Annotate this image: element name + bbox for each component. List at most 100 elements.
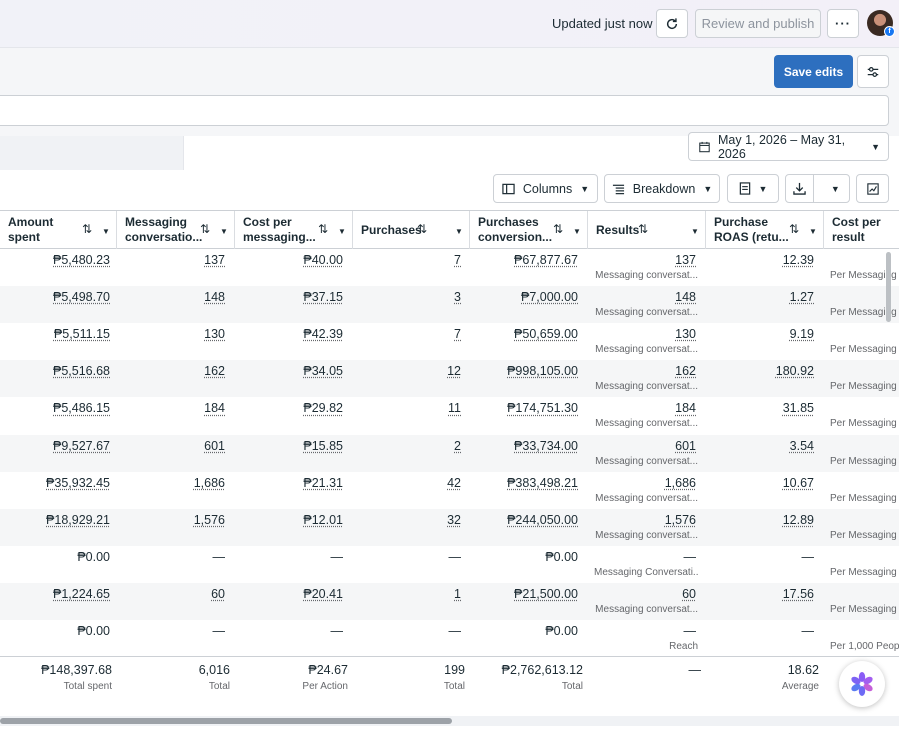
dropdown-icon[interactable]: ▼ <box>455 224 463 239</box>
cell-roas[interactable]: 9.19 <box>706 327 814 341</box>
vertical-scrollbar[interactable] <box>886 252 891 322</box>
cell-amount[interactable]: ₱5,480.23 <box>0 253 110 267</box>
column-header-purchase-roas[interactable]: Purchase ROAS (retu... ⇅ ▼ <box>706 211 824 249</box>
dropdown-icon[interactable]: ▼ <box>338 224 346 239</box>
cell-results[interactable]: 162 <box>588 364 696 378</box>
table-row[interactable]: ₱5,511.15 130 ₱42.39 7 ₱50,659.00 130 9.19 Mess… <box>0 323 899 360</box>
cell-purchases[interactable]: 7 <box>353 253 461 267</box>
table-row[interactable]: ₱0.00 — — — ₱0.00 — — Messaging Conversati... Pe… <box>0 546 899 583</box>
cell-roas[interactable]: 12.89 <box>706 513 814 527</box>
charts-button[interactable] <box>856 174 889 203</box>
cell-msg[interactable]: 137 <box>117 253 225 267</box>
cell-msg[interactable]: 130 <box>117 327 225 341</box>
dropdown-icon[interactable]: ▼ <box>573 224 581 239</box>
sort-icon[interactable]: ⇅ <box>82 222 92 237</box>
column-header-results[interactable]: Results ⇅ ▼ <box>588 211 706 249</box>
settings-button[interactable] <box>857 55 889 88</box>
cell-amount[interactable]: ₱9,527.67 <box>0 439 110 453</box>
cell-msg[interactable]: 1,686 <box>117 476 225 490</box>
cell-roas[interactable]: 180.92 <box>706 364 814 378</box>
search-input[interactable] <box>0 95 889 126</box>
table-row[interactable]: ₱1,224.65 60 ₱20.41 1 ₱21,500.00 60 17.56 Messa… <box>0 582 899 620</box>
cell-msg[interactable]: 1,576 <box>117 513 225 527</box>
table-row[interactable]: ₱5,516.68 162 ₱34.05 12 ₱998,105.00 162 180.92… <box>0 360 899 398</box>
cell-results[interactable]: 601 <box>588 439 696 453</box>
cell-results[interactable]: 184 <box>588 401 696 415</box>
cell-pconv[interactable]: ₱383,498.21 <box>470 476 578 490</box>
breakdown-button[interactable]: Breakdown ▼ <box>604 174 720 203</box>
table-row[interactable]: ₱9,527.67 601 ₱15.85 2 ₱33,734.00 601 3.54 Mess… <box>0 434 899 472</box>
cell-cost-msg[interactable]: ₱42.39 <box>235 327 343 341</box>
cell-purchases[interactable]: 7 <box>353 327 461 341</box>
cell-purchases[interactable]: 12 <box>353 364 461 378</box>
cell-purchases[interactable]: 42 <box>353 476 461 490</box>
table-row[interactable]: ₱5,486.15 184 ₱29.82 11 ₱174,751.30 184 31.85 M… <box>0 397 899 434</box>
table-row[interactable]: ₱0.00 — — — ₱0.00 — — Reach Per 1,000 Peop <box>0 620 899 657</box>
refresh-button[interactable] <box>656 9 688 38</box>
cell-amount[interactable]: ₱5,511.15 <box>0 327 110 341</box>
save-edits-button[interactable]: Save edits <box>774 55 853 88</box>
download-icon[interactable] <box>786 175 814 202</box>
chevron-down-icon[interactable]: ▼ <box>822 184 849 194</box>
sort-icon[interactable]: ⇅ <box>789 222 799 237</box>
column-header-messaging-conversations[interactable]: Messaging conversatio... ⇅ ▼ <box>117 211 235 249</box>
review-and-publish-button[interactable]: Review and publish <box>695 9 821 38</box>
dropdown-icon[interactable]: ▼ <box>220 224 228 239</box>
cell-purchases[interactable]: 1 <box>353 587 461 601</box>
column-header-cost-per-result[interactable]: Cost per result <box>824 211 899 249</box>
column-header-amount-spent[interactable]: Amount spent ⇅ ▼ <box>0 211 117 249</box>
dropdown-icon[interactable]: ▼ <box>809 224 817 239</box>
table-row[interactable]: ₱5,498.70 148 ₱37.15 3 ₱7,000.00 148 1.27 Messa… <box>0 286 899 324</box>
cell-cost-msg[interactable]: ₱29.82 <box>235 401 343 415</box>
cell-purchases[interactable]: 11 <box>353 401 461 415</box>
cell-pconv[interactable]: ₱7,000.00 <box>470 290 578 304</box>
sort-icon[interactable]: ⇅ <box>318 222 328 237</box>
columns-button[interactable]: Columns ▼ <box>493 174 598 203</box>
cell-roas[interactable]: 3.54 <box>706 439 814 453</box>
sort-icon[interactable]: ⇅ <box>200 222 210 237</box>
cell-amount[interactable]: ₱1,224.65 <box>0 587 110 601</box>
ai-assistant-button[interactable] <box>839 661 885 707</box>
cell-pconv[interactable]: ₱50,659.00 <box>470 327 578 341</box>
cell-results[interactable]: 148 <box>588 290 696 304</box>
cell-results[interactable]: 1,686 <box>588 476 696 490</box>
sort-icon[interactable]: ⇅ <box>553 222 563 237</box>
sort-icon[interactable]: ⇅ <box>638 222 648 237</box>
cell-msg[interactable]: 184 <box>117 401 225 415</box>
cell-pconv[interactable]: ₱998,105.00 <box>470 364 578 378</box>
table-row[interactable]: ₱18,929.21 1,576 ₱12.01 32 ₱244,050.00 1,576 1… <box>0 508 899 546</box>
cell-roas[interactable]: 10.67 <box>706 476 814 490</box>
column-header-cost-per-messaging[interactable]: Cost per messaging... ⇅ ▼ <box>235 211 353 249</box>
cell-msg[interactable]: 60 <box>117 587 225 601</box>
cell-roas[interactable]: 1.27 <box>706 290 814 304</box>
cell-amount[interactable]: ₱18,929.21 <box>0 513 110 527</box>
horizontal-scrollbar[interactable] <box>0 718 452 724</box>
column-header-purchases[interactable]: Purchases ⇅ ▼ <box>353 211 470 249</box>
cell-results[interactable]: 60 <box>588 587 696 601</box>
export-button[interactable]: ▼ <box>785 174 850 203</box>
cell-amount[interactable]: ₱5,498.70 <box>0 290 110 304</box>
cell-cost-msg[interactable]: ₱20.41 <box>235 587 343 601</box>
cell-roas[interactable]: 31.85 <box>706 401 814 415</box>
cell-pconv[interactable]: ₱21,500.00 <box>470 587 578 601</box>
cell-cost-msg[interactable]: ₱12.01 <box>235 513 343 527</box>
cell-cost-msg[interactable]: ₱21.31 <box>235 476 343 490</box>
date-range-picker[interactable]: May 1, 2026 – May 31, 2026 ▼ <box>688 132 889 161</box>
cell-pconv[interactable]: ₱174,751.30 <box>470 401 578 415</box>
cell-amount[interactable]: ₱5,516.68 <box>0 364 110 378</box>
dropdown-icon[interactable]: ▼ <box>691 224 699 239</box>
cell-msg[interactable]: 162 <box>117 364 225 378</box>
cell-pconv[interactable]: ₱67,877.67 <box>470 253 578 267</box>
cell-msg[interactable]: 148 <box>117 290 225 304</box>
cell-purchases[interactable]: 2 <box>353 439 461 453</box>
dropdown-icon[interactable]: ▼ <box>102 224 110 239</box>
cell-amount[interactable]: ₱5,486.15 <box>0 401 110 415</box>
cell-roas[interactable]: 17.56 <box>706 587 814 601</box>
column-header-purchases-conversion-value[interactable]: Purchases conversion... ⇅ ▼ <box>470 211 588 249</box>
cell-cost-msg[interactable]: ₱40.00 <box>235 253 343 267</box>
cell-msg[interactable]: 601 <box>117 439 225 453</box>
cell-pconv[interactable]: ₱33,734.00 <box>470 439 578 453</box>
cell-cost-msg[interactable]: ₱37.15 <box>235 290 343 304</box>
table-row[interactable]: ₱35,932.45 1,686 ₱21.31 42 ₱383,498.21 1,686 1… <box>0 472 899 509</box>
cell-roas[interactable]: 12.39 <box>706 253 814 267</box>
